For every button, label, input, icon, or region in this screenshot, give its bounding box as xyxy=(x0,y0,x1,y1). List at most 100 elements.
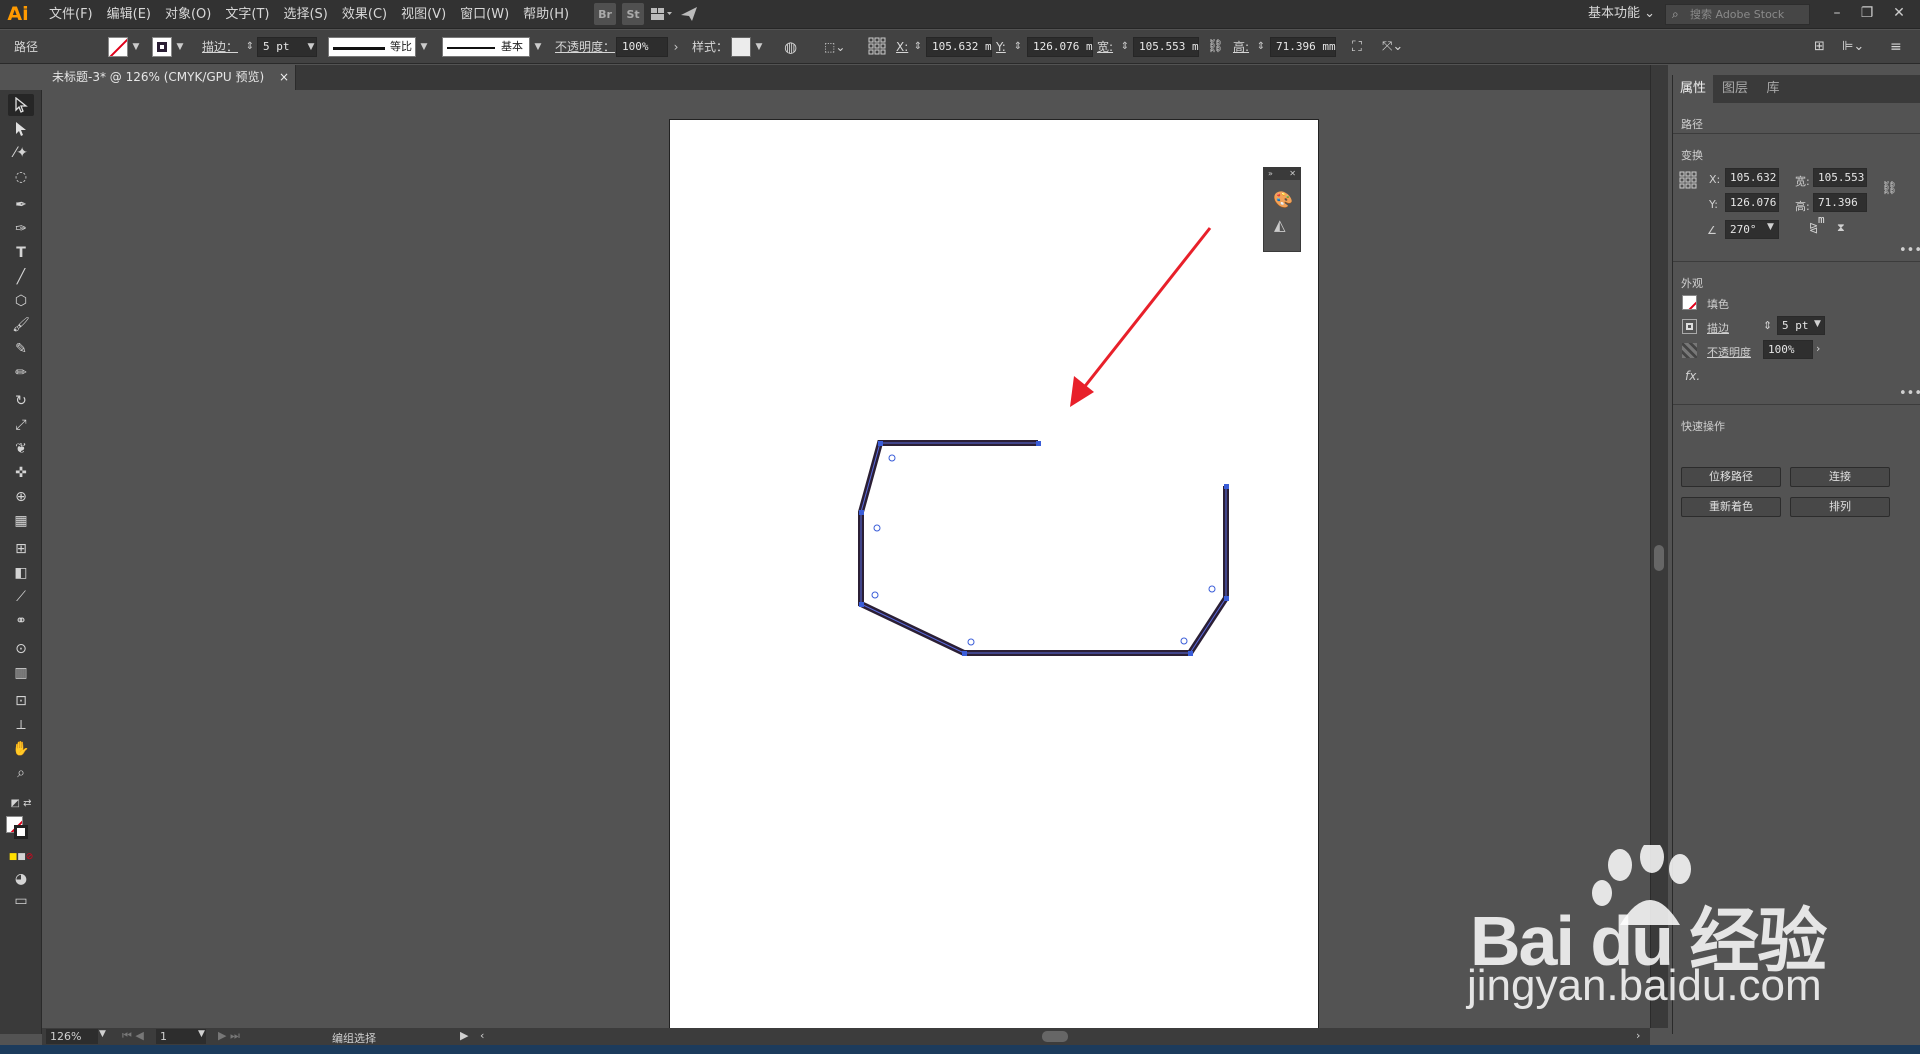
width-input[interactable]: 105.553 m xyxy=(1133,37,1199,57)
zoom-dropdown-icon[interactable]: ▼ xyxy=(99,1029,106,1039)
minimize-button[interactable]: – xyxy=(1822,0,1852,29)
y-label[interactable]: Y: xyxy=(996,37,1006,57)
flip-horizontal-icon[interactable]: ⧎ xyxy=(1809,221,1818,234)
opacity-slider-icon[interactable]: › xyxy=(670,37,682,57)
anchor-points[interactable] xyxy=(859,441,1229,656)
recolor-button[interactable]: 重新着色 xyxy=(1681,497,1781,517)
zoom-input[interactable]: 126% xyxy=(46,1029,98,1044)
opacity-slider-icon[interactable]: › xyxy=(1816,342,1820,355)
x-input[interactable]: 105.632 xyxy=(1725,168,1779,187)
drawing-modes-icon[interactable]: ◕ xyxy=(8,868,34,890)
opacity-input[interactable]: 100% xyxy=(1763,340,1813,359)
workspace-switcher[interactable]: 基本功能 ⌄ xyxy=(1588,3,1655,25)
stroke-weight-dropdown-icon[interactable]: ▼ xyxy=(305,37,317,57)
y-input[interactable]: 126.076 m xyxy=(1027,37,1093,57)
x-label[interactable]: X: xyxy=(896,37,908,57)
menu-file[interactable]: 文件(F) xyxy=(42,0,100,29)
isolate-icon[interactable]: ⤧⌄ xyxy=(1382,37,1403,57)
close-window-button[interactable]: ✕ xyxy=(1884,0,1914,29)
lasso-tool-icon[interactable]: ◌ xyxy=(8,166,34,188)
status-menu-icon[interactable]: ▶ xyxy=(460,1029,468,1042)
tab-libraries[interactable]: 库 xyxy=(1757,75,1789,103)
puppet-warp-tool-icon[interactable]: ✜ xyxy=(8,462,34,484)
align-to-icon[interactable]: ⬚⌄ xyxy=(824,37,845,57)
stroke-swatch-dropdown-icon[interactable]: ▼ xyxy=(174,37,186,57)
curvature-tool-icon[interactable]: ✑ xyxy=(8,218,34,240)
transform-icon[interactable]: ⛶ xyxy=(1352,37,1362,57)
offset-path-button[interactable]: 位移路径 xyxy=(1681,467,1781,487)
mesh-tool-icon[interactable]: ⊞ xyxy=(8,538,34,560)
panel-options-icon[interactable]: ⊫⌄ xyxy=(1842,37,1864,57)
stroke-stepper-icon[interactable]: ⇕ xyxy=(244,37,256,57)
stroke-weight-dropdown-icon[interactable]: ▼ xyxy=(1814,319,1821,329)
selection-tool-icon[interactable] xyxy=(8,94,34,116)
x-stepper-icon[interactable]: ⇕ xyxy=(912,37,924,57)
stock-icon[interactable]: St xyxy=(622,3,645,25)
width-label[interactable]: 宽: xyxy=(1097,37,1113,57)
opacity-label[interactable]: 不透明度 xyxy=(1707,344,1751,360)
gradient-tool-icon[interactable]: ◧ xyxy=(8,562,34,584)
scale-tool-icon[interactable]: ⤢ xyxy=(8,414,34,436)
style-dropdown-icon[interactable]: ▼ xyxy=(753,37,765,57)
menu-window[interactable]: 窗口(W) xyxy=(453,0,516,29)
y-stepper-icon[interactable]: ⇕ xyxy=(1012,37,1024,57)
line-tool-icon[interactable]: ╱ xyxy=(8,266,34,288)
symbol-sprayer-tool-icon[interactable]: ⊙ xyxy=(8,638,34,660)
brush-dropdown-icon[interactable]: ▼ xyxy=(532,37,544,57)
menu-type[interactable]: 文字(T) xyxy=(218,0,276,29)
rotate-tool-icon[interactable]: ↻ xyxy=(8,390,34,412)
height-input[interactable]: 71.396 mm xyxy=(1270,37,1336,57)
artboard[interactable] xyxy=(669,119,1319,1028)
height-label[interactable]: 高: xyxy=(1233,37,1249,57)
brush-definition[interactable]: 基本 xyxy=(442,37,530,57)
shaper-tool-icon[interactable]: ✎ xyxy=(8,338,34,360)
variable-width-profile[interactable]: 等比 xyxy=(328,37,416,57)
width-stepper-icon[interactable]: ⇕ xyxy=(1119,37,1131,57)
scroll-left-icon[interactable]: ‹ xyxy=(480,1029,484,1042)
fill-stroke-indicator[interactable] xyxy=(6,816,28,839)
arrange-panels-icon[interactable]: ⊞ xyxy=(1814,37,1825,57)
polygon-tool-icon[interactable]: ⬡ xyxy=(8,290,34,312)
menu-help[interactable]: 帮助(H) xyxy=(516,0,576,29)
first-artboard-icon[interactable]: ⏮ ◀ xyxy=(122,1029,144,1043)
hand-tool-icon[interactable]: ✋ xyxy=(8,738,34,760)
paintbrush-tool-icon[interactable]: 🖌 xyxy=(8,314,34,336)
menu-edit[interactable]: 编辑(E) xyxy=(100,0,158,29)
blend-tool-icon[interactable]: ⚭ xyxy=(8,610,34,632)
shape-builder-tool-icon[interactable]: ⊕ xyxy=(8,486,34,508)
eyedropper-tool-icon[interactable]: ⟋ xyxy=(8,586,34,608)
opacity-input[interactable]: 100% xyxy=(616,37,668,57)
gradient-panel-icon[interactable]: ◭ xyxy=(1274,216,1286,234)
warp-tool-icon[interactable]: ❦ xyxy=(8,438,34,460)
artboard-tool-icon[interactable]: ⊡ xyxy=(8,690,34,712)
more-options-icon[interactable]: ••• xyxy=(1899,243,1920,258)
collapse-icon[interactable]: » xyxy=(1268,169,1273,178)
magic-wand-tool-icon[interactable]: ⁄✦ xyxy=(8,142,34,164)
fill-dropdown-icon[interactable]: ▼ xyxy=(130,37,142,57)
stock-search-input[interactable]: ⌕ 搜索 Adobe Stock xyxy=(1665,4,1810,25)
menu-view[interactable]: 视图(V) xyxy=(394,0,453,29)
stroke-label[interactable]: 描边 xyxy=(1707,320,1729,336)
last-artboard-icon[interactable]: ▶ ⏭ xyxy=(218,1029,240,1043)
color-guide-icon[interactable]: 🎨 xyxy=(1273,190,1293,209)
reference-point-icon[interactable] xyxy=(1679,171,1697,192)
pen-tool-icon[interactable]: ✒ xyxy=(8,194,34,216)
tab-layers[interactable]: 图层 xyxy=(1715,75,1755,103)
screen-mode-icon[interactable]: ▭ xyxy=(8,890,34,912)
graph-tool-icon[interactable]: ▥ xyxy=(8,662,34,684)
width-input[interactable]: 105.553 xyxy=(1813,168,1867,187)
close-icon[interactable]: ✕ xyxy=(1289,168,1296,180)
stroke-swatch[interactable] xyxy=(1682,319,1697,334)
reference-point-icon[interactable] xyxy=(868,37,886,57)
x-input[interactable]: 105.632 m xyxy=(926,37,992,57)
fx-icon[interactable]: fx. xyxy=(1685,369,1700,383)
constrain-proportions-icon[interactable]: ⛓ xyxy=(1881,181,1898,196)
profile-dropdown-icon[interactable]: ▼ xyxy=(418,37,430,57)
artboard-dropdown-icon[interactable]: ▼ xyxy=(198,1029,205,1039)
recolor-artwork-icon[interactable]: ◍ xyxy=(784,37,797,57)
floating-panel-header[interactable]: » ✕ xyxy=(1264,168,1300,180)
stroke-label[interactable]: 描边： xyxy=(202,37,238,57)
opacity-label[interactable]: 不透明度： xyxy=(555,37,615,57)
menu-effect[interactable]: 效果(C) xyxy=(335,0,394,29)
arrange-documents-icon[interactable] xyxy=(650,3,673,25)
